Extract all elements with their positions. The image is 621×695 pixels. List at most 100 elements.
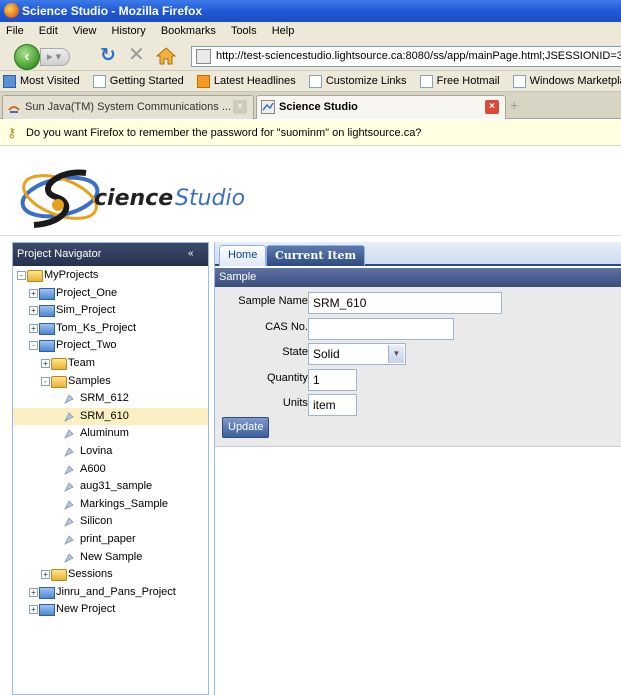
- bookmarks-toolbar: Most Visited Getting Started Latest Head…: [0, 71, 621, 92]
- browser-tab-label: Sun Java(TM) System Communications ...: [25, 101, 232, 113]
- browser-tab-sun-java[interactable]: Sun Java(TM) System Communications ... ×: [2, 95, 254, 119]
- expand-toggle-icon[interactable]: +: [41, 570, 50, 580]
- menu-edit[interactable]: Edit: [33, 22, 64, 41]
- menu-bookmarks[interactable]: Bookmarks: [155, 22, 222, 41]
- tree-node[interactable]: - MyProjects: [13, 267, 208, 285]
- tree-node[interactable]: print_paper: [13, 531, 208, 549]
- tree-node[interactable]: Aluminum: [13, 425, 208, 443]
- password-notification-text: Do you want Firefox to remember the pass…: [26, 127, 422, 139]
- bookmark-label: Free Hotmail: [436, 75, 500, 87]
- chevron-down-icon[interactable]: ▼: [388, 345, 404, 363]
- project-book-icon: [39, 586, 55, 599]
- project-book-icon: [39, 340, 55, 353]
- tree-node-label: Project_Two: [56, 339, 117, 352]
- tree-node[interactable]: + Sessions: [13, 566, 208, 584]
- collapse-toggle-icon[interactable]: -: [17, 271, 26, 280]
- state-row: State: Solid ▼: [215, 343, 621, 365]
- sample-name-row: Sample Name:: [215, 292, 621, 314]
- menu-help[interactable]: Help: [266, 22, 301, 41]
- units-input[interactable]: [308, 394, 357, 416]
- bookmark-latest-headlines[interactable]: Latest Headlines: [194, 71, 296, 91]
- tree-node[interactable]: SRM_612: [13, 390, 208, 408]
- update-button[interactable]: Update: [222, 417, 270, 438]
- collapse-panel-icon[interactable]: «: [188, 248, 202, 261]
- page-icon: [92, 75, 106, 88]
- address-bar[interactable]: http://test-sciencestudio.lightsource.ca…: [191, 46, 621, 67]
- menu-tools[interactable]: Tools: [225, 22, 263, 41]
- browser-tab-label: Science Studio: [279, 101, 358, 113]
- expand-toggle-icon[interactable]: +: [29, 288, 38, 298]
- tree-node[interactable]: SRM_610: [13, 407, 208, 426]
- bookmark-folder-icon: [3, 75, 16, 88]
- expand-toggle-icon[interactable]: +: [29, 323, 38, 333]
- menu-bar: File Edit View History Bookmarks Tools H…: [0, 22, 621, 41]
- sample-icon: [64, 482, 74, 493]
- tree-node[interactable]: + Project_One: [13, 285, 208, 303]
- tree-node[interactable]: + Tom_Ks_Project: [13, 320, 208, 338]
- sample-icon: [64, 447, 74, 457]
- tree-node[interactable]: aug31_sample: [13, 478, 208, 496]
- menu-history[interactable]: History: [106, 22, 152, 41]
- tree-node[interactable]: - Project_Two: [13, 337, 208, 355]
- window-title: Science Studio - Mozilla Firefox: [22, 4, 203, 18]
- close-tab-icon[interactable]: ×: [233, 100, 247, 114]
- quantity-input[interactable]: [308, 369, 357, 391]
- cas-input[interactable]: [308, 318, 454, 340]
- tree-node[interactable]: + Sim_Project: [13, 302, 208, 320]
- collapse-toggle-icon[interactable]: -: [29, 341, 38, 351]
- expand-toggle-icon[interactable]: +: [41, 358, 50, 368]
- back-button[interactable]: ‹: [14, 44, 40, 70]
- cas-label: CAS No.:: [265, 321, 311, 333]
- stop-icon[interactable]: ✕: [128, 45, 145, 65]
- sample-name-input[interactable]: [308, 292, 502, 314]
- browser-tab-science-studio[interactable]: Science Studio ×: [256, 95, 506, 119]
- bookmark-customize-links[interactable]: Customize Links: [306, 71, 407, 91]
- tab-current-item[interactable]: Current Item: [266, 245, 366, 266]
- tree-node[interactable]: + New Project: [13, 601, 208, 619]
- tree-node[interactable]: Silicon: [13, 513, 208, 531]
- sample-icon: [64, 412, 74, 422]
- home-icon[interactable]: [156, 46, 176, 66]
- tree-node[interactable]: - Samples: [13, 373, 208, 391]
- menu-view[interactable]: View: [67, 22, 103, 41]
- sample-form: Sample Name: CAS No.: State: Solid ▼ Qua…: [215, 287, 621, 447]
- sample-icon: [64, 552, 74, 563]
- bookmark-free-hotmail[interactable]: Free Hotmail: [417, 71, 500, 91]
- tree-node[interactable]: + Jinru_and_Pans_Project: [13, 584, 208, 602]
- tree-node[interactable]: + Team: [13, 355, 208, 373]
- sample-icon: [64, 394, 74, 405]
- menu-file[interactable]: File: [0, 22, 30, 41]
- bookmark-windows-marketplace[interactable]: Windows Marketplace: [510, 71, 621, 91]
- navigation-toolbar: ▸ ▾ ‹ ↻ ✕ http://test-sciencestudio.ligh…: [0, 41, 621, 71]
- tab-home[interactable]: Home: [219, 245, 267, 266]
- project-book-icon: [39, 322, 55, 335]
- new-tab-icon[interactable]: +: [510, 97, 518, 113]
- tree-node-label: Sessions: [68, 568, 113, 581]
- rss-icon: [196, 75, 210, 88]
- logo-text-science: cience: [94, 186, 174, 211]
- forward-button[interactable]: ▸ ▾: [40, 48, 70, 66]
- tree-node-label: SRM_612: [80, 392, 129, 405]
- web-page: cience Studio Project Navigator « - MyPro…: [0, 147, 621, 695]
- logo-text-studio: Studio: [175, 186, 246, 211]
- expand-toggle-icon[interactable]: +: [29, 605, 38, 615]
- tree-node-label: SRM_610: [80, 409, 129, 422]
- state-select[interactable]: Solid ▼: [308, 343, 406, 365]
- project-navigator-panel: Project Navigator « - MyProjects + Project_…: [12, 242, 209, 695]
- tree-node[interactable]: Lovina: [13, 443, 208, 461]
- tree-node[interactable]: New Sample: [13, 549, 208, 567]
- tree-node[interactable]: Markings_Sample: [13, 496, 208, 514]
- expand-toggle-icon[interactable]: +: [29, 587, 38, 597]
- close-tab-icon[interactable]: ×: [485, 100, 499, 114]
- tree-node[interactable]: A600: [13, 461, 208, 479]
- bookmark-label: Most Visited: [20, 75, 80, 87]
- page-icon: [419, 75, 433, 88]
- tree-node-label: A600: [80, 462, 106, 475]
- science-studio-logo[interactable]: cience Studio: [16, 167, 266, 228]
- collapse-toggle-icon[interactable]: -: [41, 376, 50, 386]
- bookmark-most-visited[interactable]: Most Visited: [0, 71, 80, 91]
- tree-node-label: Team: [68, 356, 95, 369]
- expand-toggle-icon[interactable]: +: [29, 306, 38, 316]
- reload-icon[interactable]: ↻: [100, 46, 116, 66]
- bookmark-getting-started[interactable]: Getting Started: [90, 71, 184, 91]
